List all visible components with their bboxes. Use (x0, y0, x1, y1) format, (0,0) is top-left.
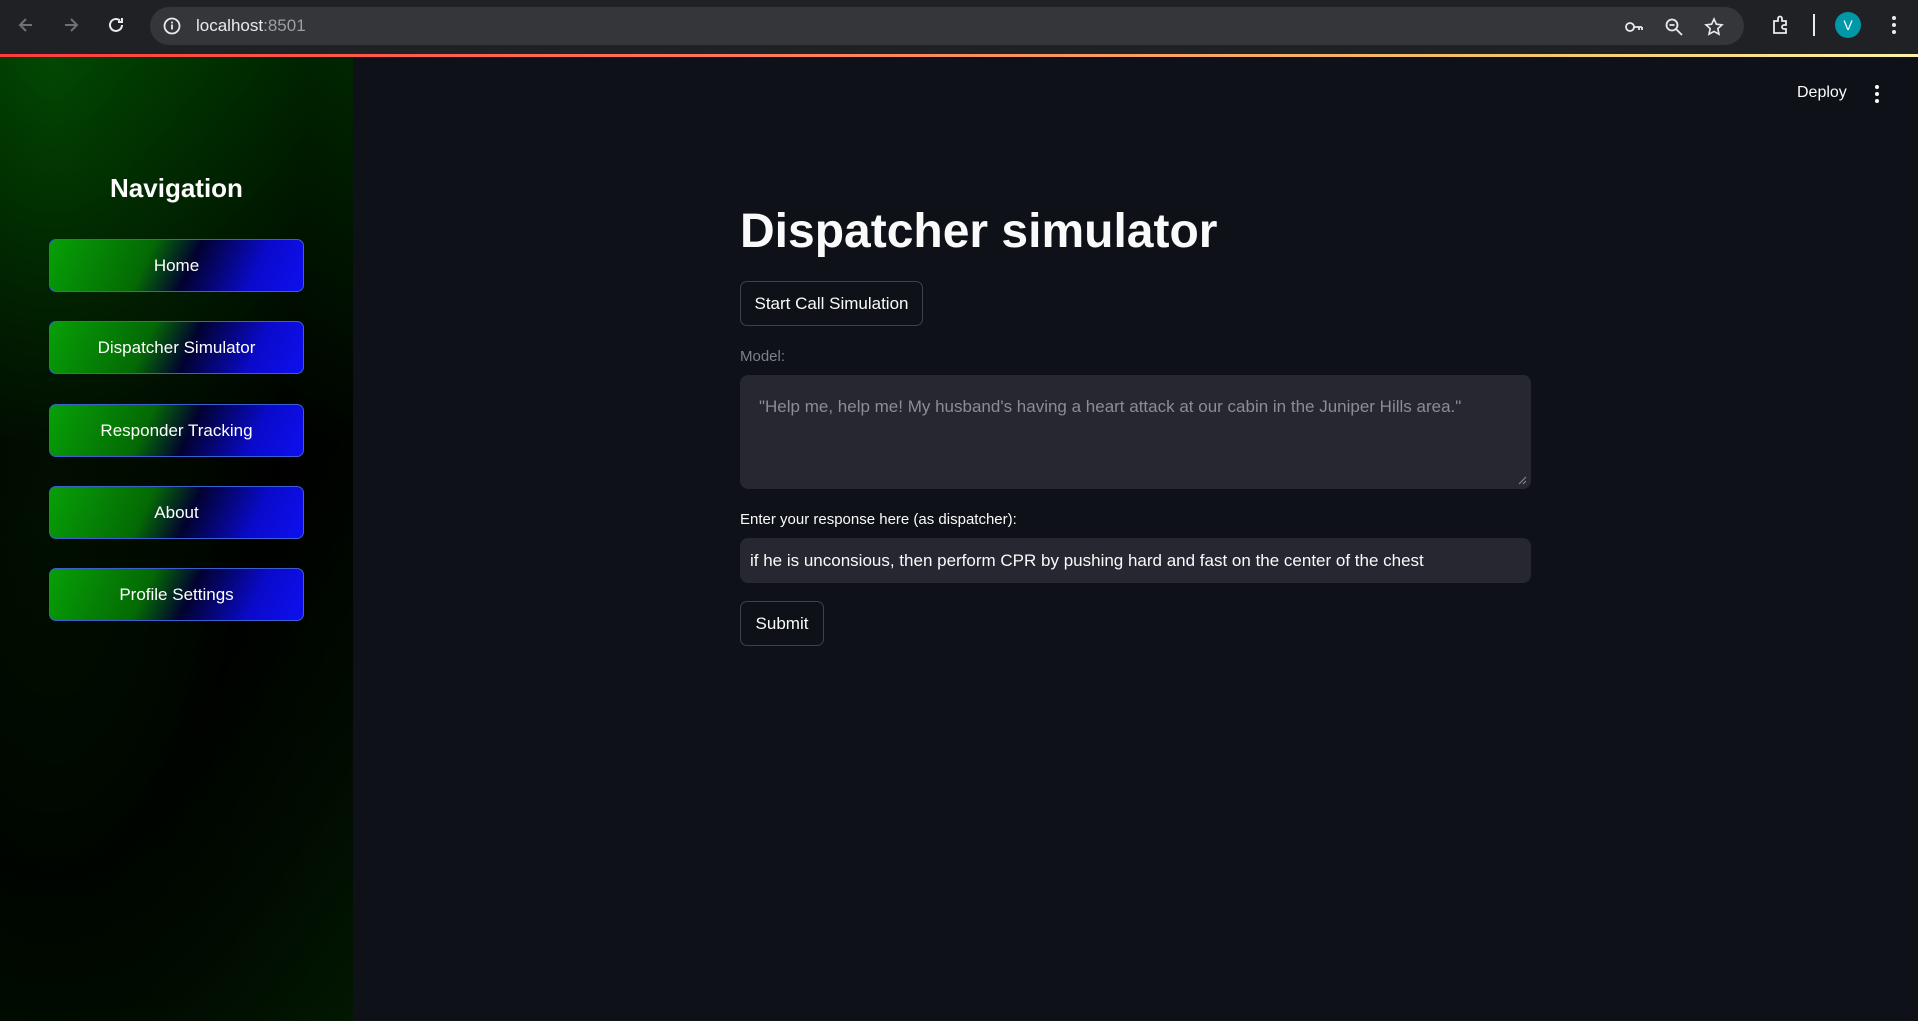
key-icon[interactable] (1624, 17, 1644, 37)
response-label: Enter your response here (as dispatcher)… (740, 511, 1017, 528)
star-icon[interactable] (1704, 17, 1724, 37)
forward-arrow-icon[interactable] (58, 12, 84, 38)
profile-avatar[interactable]: V (1835, 12, 1861, 38)
browser-toolbar: localhost:8501 V (0, 0, 1918, 54)
back-arrow-icon[interactable] (13, 12, 39, 38)
main-menu-icon[interactable] (1868, 84, 1886, 104)
model-textarea[interactable]: "Help me, help me! My husband's having a… (740, 375, 1531, 489)
menu-dots-icon[interactable] (1883, 14, 1905, 36)
sidebar-title: Navigation (110, 173, 243, 203)
sidebar-item-dispatcher-simulator[interactable]: Dispatcher Simulator (49, 321, 304, 374)
sidebar-item-profile-settings[interactable]: Profile Settings (49, 568, 304, 621)
sidebar-item-about[interactable]: About (49, 486, 304, 539)
toolbar-divider (1813, 14, 1815, 36)
model-message: "Help me, help me! My husband's having a… (759, 397, 1462, 416)
url-text: localhost:8501 (196, 16, 306, 35)
reload-icon[interactable] (103, 12, 129, 38)
response-input[interactable] (740, 538, 1531, 583)
resize-handle-icon[interactable] (1518, 476, 1527, 485)
start-call-simulation-button[interactable]: Start Call Simulation (740, 281, 923, 326)
zoom-icon[interactable] (1664, 17, 1684, 37)
deploy-button[interactable]: Deploy (1797, 84, 1847, 102)
page-title: Dispatcher simulator (740, 205, 1218, 258)
model-label: Model: (740, 348, 786, 365)
sidebar-item-responder-tracking[interactable]: Responder Tracking (49, 404, 304, 457)
info-icon[interactable] (162, 16, 182, 36)
submit-button[interactable]: Submit (740, 601, 824, 646)
address-bar[interactable]: localhost:8501 (150, 7, 1744, 45)
extensions-icon[interactable] (1770, 14, 1792, 36)
sidebar-item-home[interactable]: Home (49, 239, 304, 292)
